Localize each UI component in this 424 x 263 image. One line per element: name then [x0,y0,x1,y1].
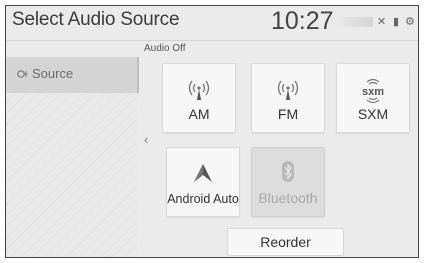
android-auto-icon [167,160,239,188]
reorder-button[interactable]: Reorder [227,228,344,256]
sxm-logo-icon: sxm [337,76,409,104]
radio-wave-icon [252,76,324,104]
source-tile-fm[interactable]: FM [251,63,325,133]
source-tile-android-auto[interactable]: Android Auto [166,147,240,217]
sidebar-background [6,93,137,257]
source-label: SXM [357,106,389,122]
page-title: Select Audio Source [12,9,180,30]
sxm-logo-text: sxm [362,86,384,98]
source-label: Bluetooth [258,190,318,206]
status-fade [333,17,373,27]
status-icons: ✕ ▮ ⚙ [333,14,417,30]
source-tile-am[interactable]: AM [162,63,236,133]
audio-source-screen: Select Audio Source 10:27 ✕ ▮ ⚙ Audio Of… [5,5,419,258]
mute-icon: ✕ [377,16,387,28]
settings-icon: ⚙ [405,16,415,28]
phone-icon: ▮ [393,16,400,28]
bluetooth-icon [252,160,324,188]
clock: 10:27 [271,7,334,35]
radio-wave-icon [163,76,235,104]
source-label: AM [188,106,210,122]
source-tile-bluetooth[interactable]: Bluetooth [251,147,325,217]
header-divider [6,40,418,41]
source-label: Android Auto [167,192,239,206]
chevron-left-icon[interactable]: ‹ [144,132,148,147]
sidebar-item-source[interactable]: Source [6,57,139,93]
source-label: FM [277,106,299,122]
sidebar-item-label: Source [32,66,74,81]
audio-status: Audio Off [144,43,186,54]
source-tile-sxm[interactable]: sxm SXM [336,63,410,133]
source-icon [17,70,28,78]
